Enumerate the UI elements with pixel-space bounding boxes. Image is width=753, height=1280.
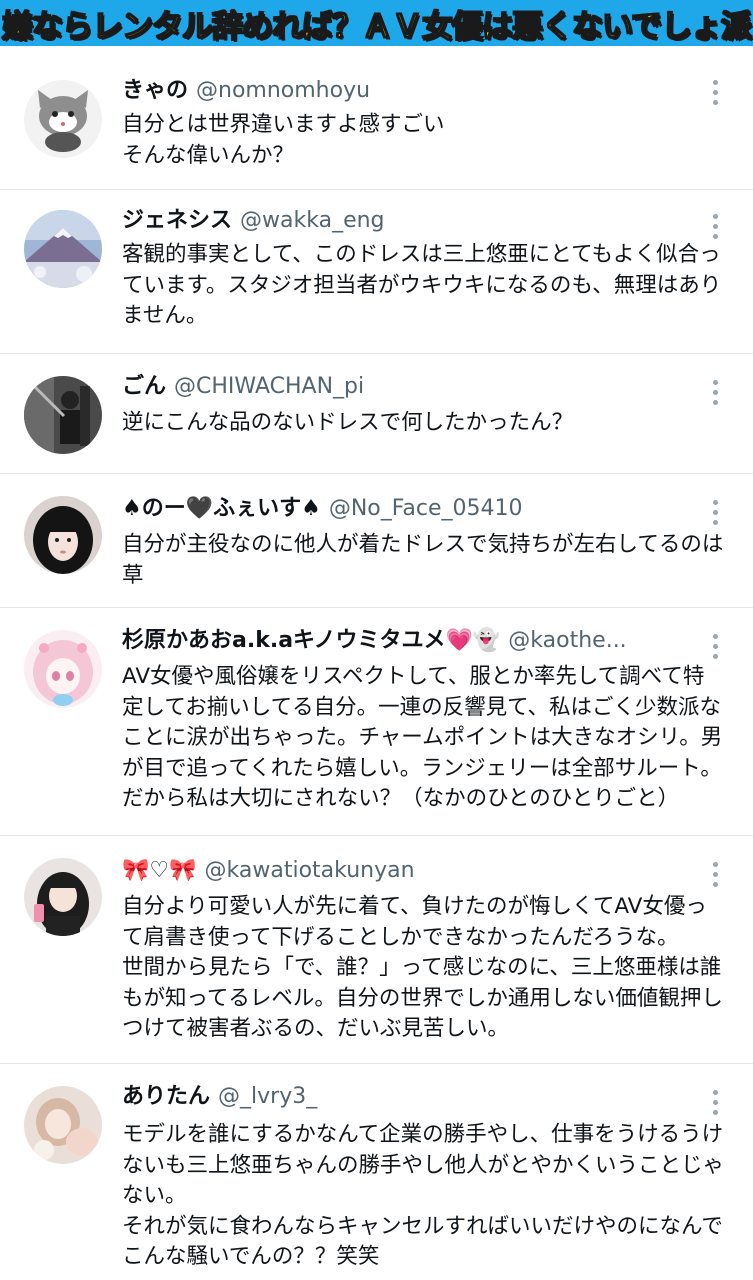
more-options-icon[interactable] <box>711 634 719 659</box>
tweet-text: 客観的事実として、このドレスは三上悠亜にとてもよく似合っ ています。スタジオ担当… <box>122 240 739 332</box>
user-handle[interactable]: @_lvry3_ <box>218 1084 317 1109</box>
tweet-header: ありたん @_lvry3_ <box>122 1082 693 1112</box>
anime-girl-pink-icon <box>24 630 102 708</box>
tweet-header: 🎀♡🎀 @kawatiotakunyan <box>122 856 693 886</box>
display-name[interactable]: ジェネシス <box>122 208 232 233</box>
tweet-text: 逆にこんな品のないドレスで何したかったん？ <box>122 408 739 439</box>
more-options-icon[interactable] <box>711 380 719 405</box>
text-line: 逆にこんな品のないドレスで何したかったん？ <box>122 410 574 435</box>
tweet-text: 自分より可愛い人が先に着て、負けたのが悔しくてAV女優っ て肩書き使って下げるこ… <box>122 892 739 1045</box>
banner-title: 嫌ならレンタル辞めれば？ＡＶ女優は悪くないでしょ派 <box>1 8 753 46</box>
display-name[interactable]: ありたん <box>122 1084 210 1109</box>
text-line: て肩書き使って下げることしかできなかったんだろうな。 <box>122 924 679 950</box>
tweet[interactable]: 杉原かあおa.k.aキノウミタユメ💗👻 @kaothe... AV女優や風俗嬢をリ… <box>0 608 753 836</box>
tweet[interactable]: ジェネシス @wakka_eng 客観的事実として、このドレスは三上悠亜にとてもよ… <box>0 190 753 354</box>
more-options-icon[interactable] <box>711 500 719 525</box>
display-name[interactable]: きゃの <box>122 78 188 103</box>
title-banner: 嫌ならレンタル辞めれば？ＡＶ女優は悪くないでしょ派 <box>0 0 753 46</box>
text-line: 自分より可愛い人が先に着て、負けたのが悔しくてAV女優っ <box>122 894 707 919</box>
blurred-photo-icon <box>24 1086 102 1164</box>
text-line: 草 <box>122 562 144 588</box>
portrait-black-hair-icon <box>24 496 102 574</box>
text-line: ないも三上悠亜ちゃんの勝手やし他人がとやかくいうことじゃ <box>122 1152 725 1178</box>
user-handle[interactable]: @No_Face_05410 <box>329 496 523 521</box>
more-options-icon[interactable] <box>711 80 719 105</box>
user-handle[interactable]: @wakka_eng <box>240 208 385 233</box>
tweet[interactable]: 🎀♡🎀 @kawatiotakunyan 自分より可愛い人が先に着て、負けたのが悔… <box>0 836 753 1064</box>
text-line: ています。スタジオ担当者がウキウキになるのも、無理はあり <box>122 272 722 298</box>
text-line: 世間から見たら「で、誰？」って感じなのに、三上悠亜様は誰 <box>122 955 722 980</box>
more-options-icon[interactable] <box>711 1090 719 1115</box>
text-line: 自分とは世界違いますよ感すごい <box>122 112 445 137</box>
avatar[interactable] <box>24 496 102 574</box>
tweet-header: きゃの @nomnomhoyu <box>122 76 693 106</box>
tweet-text: 自分とは世界違いますよ感すごい そんな偉いんか？ <box>122 110 739 171</box>
display-name[interactable]: ♠のー🖤ふぇいす♠ <box>122 496 321 521</box>
tweet-text: モデルを誰にするかなんて企業の勝手やし、仕事をうけるうけ ないも三上悠亜ちゃんの… <box>122 1120 739 1273</box>
tweet[interactable]: きゃの @nomnomhoyu 自分とは世界違いますよ感すごい そんな偉いんか？ <box>0 46 753 190</box>
text-line: が目で追ってくれたら嬉しい。ランジェリーは全部サルート。 <box>122 755 722 781</box>
tweet-header: ♠のー🖤ふぇいす♠ @No_Face_05410 <box>122 494 693 524</box>
text-line: AV女優や風俗嬢をリスペクトして、服とか率先して調べて特 <box>122 664 705 689</box>
text-line: ない。 <box>122 1183 187 1208</box>
avatar[interactable] <box>24 858 102 936</box>
text-line: そんな偉いんか？ <box>122 142 295 168</box>
text-line: こんな騒いでんの？？笑笑 <box>122 1244 380 1269</box>
avatar[interactable] <box>24 1086 102 1164</box>
selfie-girl-icon <box>24 858 102 936</box>
text-line: それが気に食わんならキャンセルすればいいだけやのになんで <box>122 1213 723 1239</box>
tweet-header: 杉原かあおa.k.aキノウミタユメ💗👻 @kaothe... <box>122 626 693 656</box>
tweet-header: ジェネシス @wakka_eng <box>122 206 693 236</box>
user-handle[interactable]: @kawatiotakunyan <box>205 858 415 883</box>
text-line: 自分が主役なのに他人が着たドレスで気持ちが左右してるのは <box>122 532 724 557</box>
display-name[interactable]: 杉原かあおa.k.aキノウミタユメ💗👻 <box>122 628 500 653</box>
more-options-icon[interactable] <box>711 862 719 887</box>
text-line: だから私は大切にされない？（なかのひとのひとりごと） <box>122 786 680 811</box>
user-handle[interactable]: @CHIWACHAN_pi <box>174 374 364 399</box>
avatar[interactable] <box>24 376 102 454</box>
tweet-text: 自分が主役なのに他人が着たドレスで気持ちが左右してるのは 草 <box>122 530 739 591</box>
text-line: ません。 <box>122 303 208 328</box>
text-line: もが知ってるレベル。自分の世界でしか通用しない価値観押し <box>122 985 723 1011</box>
text-line: モデルを誰にするかなんて企業の勝手やし、仕事をうけるうけ <box>122 1122 724 1147</box>
text-line: つけて被害者ぶるの、だいぶ見苦しい。 <box>122 1016 510 1041</box>
display-name[interactable]: ごん <box>122 374 166 399</box>
avatar[interactable] <box>24 80 102 158</box>
tweet[interactable]: ♠のー🖤ふぇいす♠ @No_Face_05410 自分が主役なのに他人が着たドレス… <box>0 474 753 608</box>
user-handle[interactable]: @nomnomhoyu <box>196 78 370 103</box>
display-name[interactable]: 🎀♡🎀 <box>122 858 197 883</box>
text-line: 定してお揃いしてる自分。一連の反響見て、私はごく少数派な <box>122 694 721 720</box>
more-options-icon[interactable] <box>711 214 719 239</box>
text-line: 客観的事実として、このドレスは三上悠亜にとてもよく似合っ <box>122 242 721 267</box>
tweet-header: ごん @CHIWACHAN_pi <box>122 372 693 402</box>
text-line: ことに涙が出ちゃった。チャームポイントは大きなオシリ。男 <box>122 725 723 750</box>
tweet-text: AV女優や風俗嬢をリスペクトして、服とか率先して調べて特 定してお揃いしてる自分… <box>122 662 739 815</box>
avatar[interactable] <box>24 210 102 288</box>
tweet[interactable]: ごん @CHIWACHAN_pi 逆にこんな品のないドレスで何したかったん？ <box>0 354 753 474</box>
mount-fuji-icon <box>24 210 102 288</box>
tweet[interactable]: ありたん @_lvry3_ モデルを誰にするかなんて企業の勝手やし、仕事をうけるう… <box>0 1064 753 1280</box>
cartoon-cat-icon <box>24 80 102 158</box>
avatar[interactable] <box>24 630 102 708</box>
photo-monochrome-icon <box>24 376 102 454</box>
user-handle[interactable]: @kaothe... <box>508 628 626 653</box>
